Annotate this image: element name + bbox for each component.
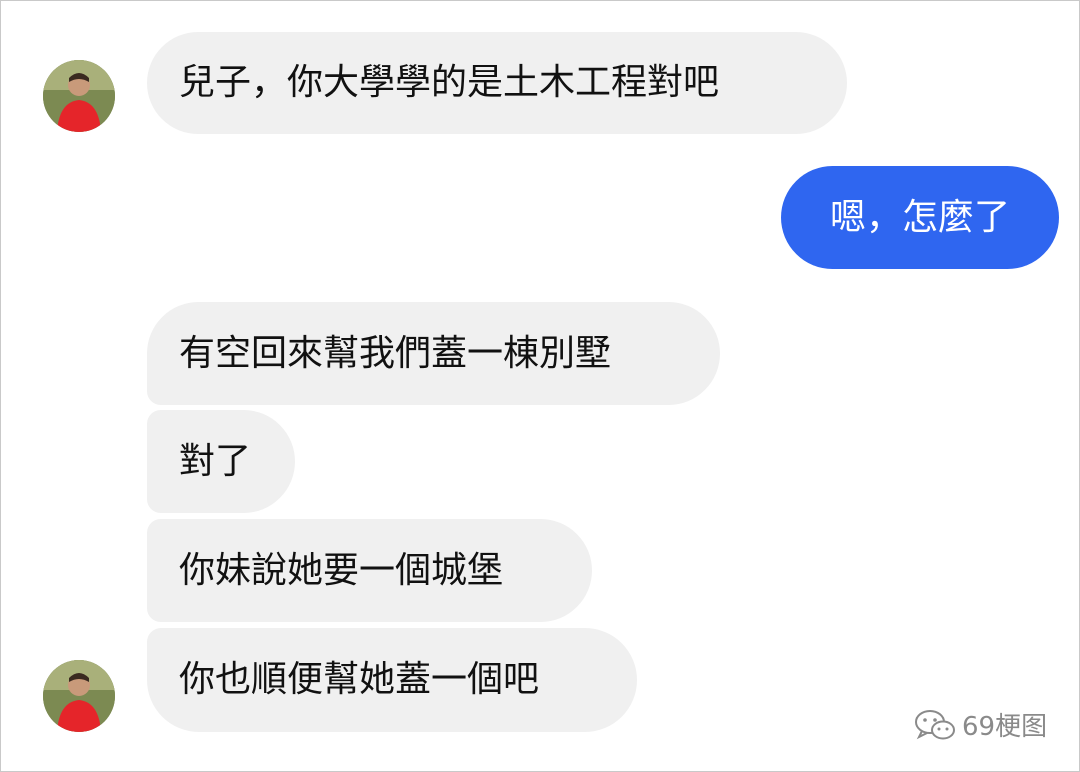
message-text: 對了 (179, 440, 252, 482)
message-bubble-incoming[interactable]: 兒子，你大學學的是土木工程對吧 (147, 32, 847, 134)
watermark: 69梗图 (914, 706, 1047, 743)
message-text: 你也順便幫她蓋一個吧 (179, 659, 540, 700)
message-text: 有空回來幫我們蓋一棟別墅 (179, 332, 612, 374)
message-text: 嗯，怎麼了 (829, 196, 1010, 238)
message-bubble-incoming[interactable]: 你妹說她要一個城堡 (147, 519, 592, 622)
wechat-icon (915, 709, 955, 739)
message-bubble-incoming[interactable]: 你也順便幫她蓋一個吧 (147, 628, 637, 732)
message-bubble-outgoing[interactable]: 嗯，怎麼了 (781, 166, 1059, 269)
message-text: 你妹說她要一個城堡 (179, 549, 504, 591)
watermark-label: 69梗图 (962, 712, 1048, 742)
person-avatar-icon (43, 60, 115, 132)
contact-avatar[interactable] (43, 60, 115, 132)
message-text: 兒子，你大學學的是土木工程對吧 (179, 62, 720, 103)
person-avatar-icon (43, 660, 115, 732)
message-bubble-incoming[interactable]: 有空回來幫我們蓋一棟別墅 (147, 302, 720, 405)
contact-avatar[interactable] (43, 660, 115, 732)
message-bubble-incoming[interactable]: 對了 (147, 410, 295, 513)
